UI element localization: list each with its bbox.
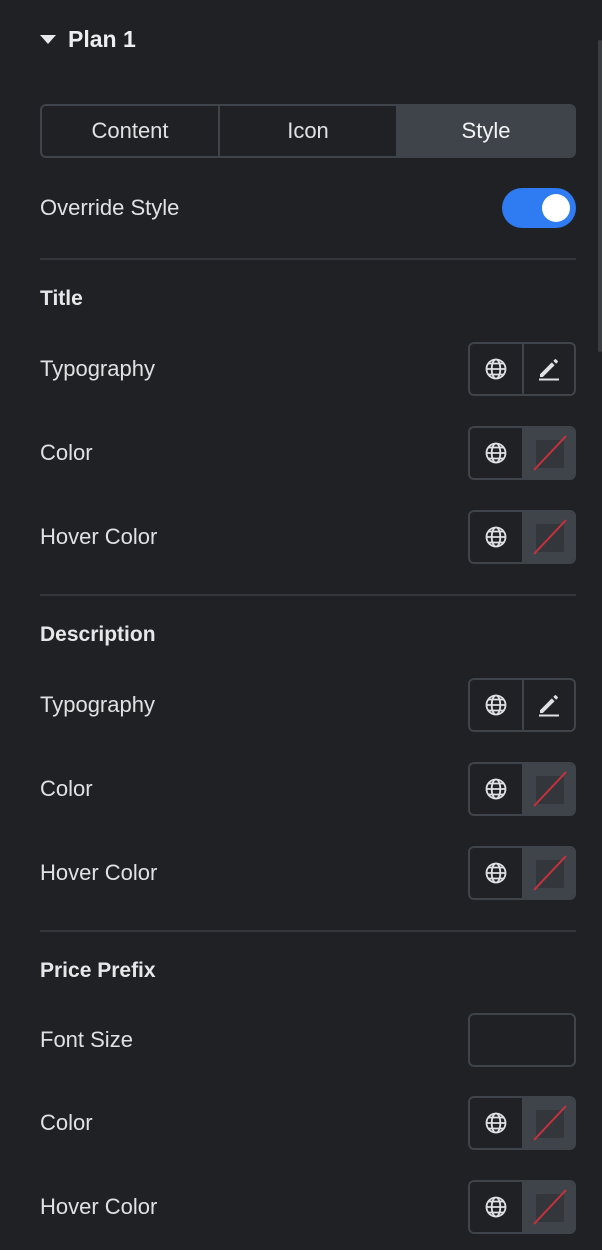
title-typography-edit-button[interactable] [522, 344, 574, 394]
price-prefix-heading: Price Prefix [40, 959, 156, 982]
description-color-control [468, 762, 576, 816]
description-hover-color-label: Hover Color [40, 860, 158, 885]
globe-icon [485, 778, 507, 800]
no-color-slash-icon [533, 1189, 567, 1225]
title-typography-label: Typography [40, 356, 155, 381]
price-prefix-hover-color-control [468, 1180, 576, 1234]
price-prefix-font-size-label: Font Size [40, 1027, 133, 1052]
title-color-global-button[interactable] [470, 428, 522, 478]
description-typography-control [468, 678, 576, 732]
globe-icon [485, 358, 507, 380]
description-color-swatch[interactable] [522, 764, 574, 814]
title-hover-color-global-button[interactable] [470, 512, 522, 562]
description-color-label: Color [40, 776, 93, 801]
title-heading: Title [40, 287, 83, 310]
tab-content[interactable]: Content [42, 106, 218, 156]
title-typography-global-button[interactable] [470, 344, 522, 394]
title-typography-control [468, 342, 576, 396]
price-prefix-hover-color-row: Hover Color [40, 1180, 576, 1234]
description-typography-global-button[interactable] [470, 680, 522, 730]
price-prefix-color-row: Color [40, 1096, 576, 1150]
description-color-row: Color [40, 762, 576, 816]
no-color-slash-icon [533, 1105, 567, 1141]
title-hover-color-label: Hover Color [40, 524, 158, 549]
override-style-label: Override Style [40, 195, 180, 220]
price-prefix-color-control [468, 1096, 576, 1150]
toggle-knob [542, 194, 570, 222]
title-hover-color-row: Hover Color [40, 510, 576, 564]
globe-icon [485, 1112, 507, 1134]
price-prefix-font-size-input[interactable] [468, 1013, 576, 1067]
section-header[interactable]: Plan 1 [40, 24, 136, 54]
override-style-row: Override Style [40, 181, 576, 235]
section-title: Plan 1 [68, 25, 136, 52]
globe-icon [485, 1196, 507, 1218]
price-prefix-hover-color-label: Hover Color [40, 1194, 158, 1219]
title-color-swatch[interactable] [522, 428, 574, 478]
price-prefix-color-label: Color [40, 1110, 93, 1135]
description-hover-color-swatch[interactable] [522, 848, 574, 898]
title-color-label: Color [40, 440, 93, 465]
price-prefix-color-global-button[interactable] [470, 1098, 522, 1148]
tab-style[interactable]: Style [396, 106, 574, 156]
no-color-slash-icon [533, 771, 567, 807]
description-color-global-button[interactable] [470, 764, 522, 814]
no-color-slash-icon [533, 855, 567, 891]
title-color-control [468, 426, 576, 480]
price-prefix-color-swatch[interactable] [522, 1098, 574, 1148]
description-typography-label: Typography [40, 692, 155, 717]
divider [40, 594, 576, 596]
caret-down-icon[interactable] [40, 34, 56, 44]
price-prefix-hover-color-global-button[interactable] [470, 1182, 522, 1232]
title-typography-row: Typography [40, 342, 576, 396]
description-hover-color-row: Hover Color [40, 846, 576, 900]
no-color-slash-icon [533, 519, 567, 555]
style-panel: Plan 1 Content Icon Style Override Style… [0, 0, 602, 1250]
description-typography-row: Typography [40, 678, 576, 732]
scrollbar[interactable] [598, 40, 602, 352]
override-style-toggle[interactable] [502, 188, 576, 228]
title-hover-color-swatch[interactable] [522, 512, 574, 562]
description-hover-color-control [468, 846, 576, 900]
price-prefix-hover-color-swatch[interactable] [522, 1182, 574, 1232]
title-hover-color-control [468, 510, 576, 564]
no-color-slash-icon [533, 435, 567, 471]
price-prefix-font-size-row: Font Size [40, 1013, 576, 1067]
title-color-row: Color [40, 426, 576, 480]
globe-icon [485, 862, 507, 884]
description-heading: Description [40, 623, 156, 646]
divider [40, 258, 576, 260]
description-typography-edit-button[interactable] [522, 680, 574, 730]
tab-icon[interactable]: Icon [218, 106, 396, 156]
globe-icon [485, 442, 507, 464]
globe-icon [485, 526, 507, 548]
pencil-icon [539, 695, 559, 717]
pencil-icon [539, 359, 559, 381]
globe-icon [485, 694, 507, 716]
description-hover-color-global-button[interactable] [470, 848, 522, 898]
divider [40, 930, 576, 932]
tab-bar: Content Icon Style [40, 104, 576, 158]
